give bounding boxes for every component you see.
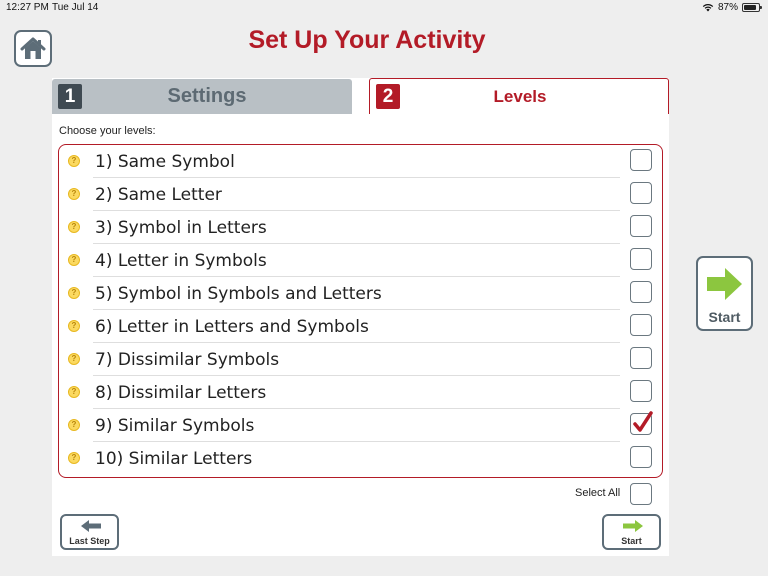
level-checkbox[interactable] [630, 314, 652, 336]
last-step-button[interactable]: Last Step [60, 514, 119, 550]
start-button[interactable]: Start [602, 514, 661, 550]
help-icon[interactable]: ? [68, 386, 80, 398]
level-checkbox[interactable] [630, 347, 652, 369]
level-checkbox[interactable] [630, 182, 652, 204]
side-start-button[interactable]: Start [696, 256, 753, 331]
level-label: 9) Similar Symbols [95, 416, 255, 436]
level-label: 8) Dissimilar Letters [95, 383, 267, 403]
tab-levels[interactable]: 2 Levels [369, 78, 669, 114]
choose-levels-prompt: Choose your levels: [59, 125, 156, 137]
level-row[interactable]: ? 6) Letter in Letters and Symbols [59, 310, 662, 343]
help-icon[interactable]: ? [68, 254, 80, 266]
level-row[interactable]: ? 1) Same Symbol [59, 145, 662, 178]
battery-percent: 87% [717, 2, 738, 13]
level-row[interactable]: ? 10) Similar Letters [59, 442, 662, 475]
level-row[interactable]: ? 3) Symbol in Letters [59, 211, 662, 244]
help-icon[interactable]: ? [68, 419, 80, 431]
select-all-checkbox[interactable] [630, 483, 652, 505]
tab-settings-number: 1 [58, 84, 82, 109]
level-row[interactable]: ? 9) Similar Symbols [59, 409, 662, 442]
tab-levels-label: Levels [493, 86, 547, 106]
level-label: 2) Same Letter [95, 185, 222, 205]
level-label: 7) Dissimilar Symbols [95, 350, 280, 370]
level-checkbox[interactable] [630, 411, 653, 435]
level-row[interactable]: ? 2) Same Letter [59, 178, 662, 211]
wifi-icon [702, 3, 714, 12]
level-row[interactable]: ? 8) Dissimilar Letters [59, 376, 662, 409]
main-panel: 1 Settings 2 Levels Choose your levels: … [52, 78, 669, 556]
help-icon[interactable]: ? [68, 353, 80, 365]
help-icon[interactable]: ? [68, 155, 80, 167]
level-row[interactable]: ? 5) Symbol in Symbols and Letters [59, 277, 662, 310]
level-checkbox[interactable] [630, 248, 652, 270]
level-label: 10) Similar Letters [95, 449, 253, 469]
tab-settings-label: Settings [167, 85, 247, 107]
level-row[interactable]: ? 4) Letter in Symbols [59, 244, 662, 277]
level-checkbox[interactable] [630, 380, 652, 402]
arrow-left-icon [81, 520, 101, 532]
status-time: 12:27 PM [6, 2, 49, 13]
side-start-label: Start [708, 309, 741, 325]
level-checkbox[interactable] [630, 215, 652, 237]
levels-list: ? 1) Same Symbol? 2) Same Letter? 3) Symbol… [58, 144, 663, 478]
level-label: 3) Symbol in Letters [95, 218, 267, 238]
level-checkbox[interactable] [630, 149, 652, 171]
last-step-label: Last Step [69, 536, 110, 546]
arrow-right-icon [623, 520, 643, 532]
level-row[interactable]: ? 7) Dissimilar Symbols [59, 343, 662, 376]
level-checkbox[interactable] [630, 281, 652, 303]
battery-fill [744, 5, 757, 10]
help-icon[interactable]: ? [68, 320, 80, 332]
status-right: 87% [702, 2, 762, 13]
level-label: 1) Same Symbol [95, 152, 235, 172]
battery-icon [742, 3, 762, 12]
tab-levels-number: 2 [376, 84, 400, 109]
tab-settings[interactable]: 1 Settings [52, 79, 352, 114]
select-all-label: Select All [575, 487, 621, 499]
arrow-right-icon [707, 268, 742, 300]
help-icon[interactable]: ? [68, 221, 80, 233]
checkmark-icon [633, 411, 653, 432]
start-button-label: Start [621, 536, 642, 546]
help-icon[interactable]: ? [68, 452, 80, 464]
level-label: 4) Letter in Symbols [95, 251, 267, 271]
level-checkbox[interactable] [630, 446, 652, 468]
level-label: 5) Symbol in Symbols and Letters [95, 284, 382, 304]
status-date: Tue Jul 14 [52, 2, 99, 13]
help-icon[interactable]: ? [68, 188, 80, 200]
page-title: Set Up Your Activity [248, 26, 486, 54]
status-bar: 12:27 PM Tue Jul 14 87% [0, 0, 768, 16]
help-icon[interactable]: ? [68, 287, 80, 299]
level-label: 6) Letter in Letters and Symbols [95, 317, 369, 337]
